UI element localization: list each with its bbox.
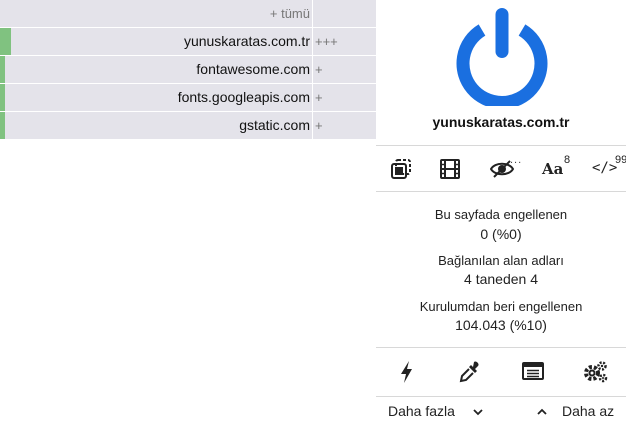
less-button[interactable]: Daha az: [562, 403, 614, 419]
element-zapper-button[interactable]: [384, 154, 420, 184]
eyedropper-icon: [459, 361, 479, 383]
all-rules-cell[interactable]: + tümü: [0, 0, 312, 27]
all-rules-label: tümü: [281, 6, 310, 21]
all-rules-action-cell[interactable]: [313, 0, 376, 27]
lightning-icon: [401, 361, 412, 383]
power-icon: [456, 8, 548, 109]
connected-domains-value: 4 taneden 4: [464, 271, 538, 287]
divider: [376, 396, 626, 397]
all-rules-prefix: +: [269, 6, 278, 21]
divider: [376, 347, 626, 348]
firewall-row[interactable]: gstatic.com +: [0, 112, 376, 139]
firewall-row-domain-cell[interactable]: gstatic.com: [0, 112, 312, 139]
firewall-row-domain-cell[interactable]: fonts.googleapis.com: [0, 84, 312, 111]
firewall-row-marks[interactable]: +++: [313, 28, 376, 55]
element-picker-button[interactable]: [458, 360, 484, 384]
allowed-requests-bar: [0, 28, 11, 55]
allowed-requests-bar: [0, 56, 5, 83]
remote-fonts-icon: Aa: [542, 160, 564, 178]
firewall-row-marks[interactable]: +: [313, 56, 376, 83]
firewall-row[interactable]: yunuskaratas.com.tr +++: [0, 28, 376, 55]
settings-gears-icon: [584, 361, 608, 383]
cosmetic-filter-button[interactable]: ...: [484, 154, 523, 184]
chevron-up-icon[interactable]: [536, 406, 548, 418]
media-film-icon: [440, 159, 460, 179]
connected-domains-label: Bağlanılan alan adları: [438, 253, 564, 268]
allowed-requests-bar: [0, 112, 5, 139]
firewall-row-domain: yunuskaratas.com.tr: [183, 33, 310, 49]
firewall-row-domain-cell[interactable]: fontawesome.com: [0, 56, 312, 83]
remote-fonts-badge: 8: [564, 154, 571, 166]
page-hostname: yunuskaratas.com.tr: [432, 114, 570, 130]
firewall-row-domain: gstatic.com: [239, 117, 310, 133]
blocked-on-page-label: Bu sayfada engellenen: [434, 207, 568, 222]
firewall-pane: + tümü yunuskaratas.com.tr +++ fontaweso…: [0, 0, 376, 427]
more-button[interactable]: Daha fazla: [388, 403, 455, 419]
blocked-since-install-label: Kurulumdan beri engellenen: [419, 299, 583, 314]
divider: [376, 191, 626, 192]
element-zapper-icon: [391, 159, 411, 179]
scripts-button[interactable]: </> 99: [588, 154, 626, 184]
blocked-on-page-value: 0 (%0): [480, 226, 522, 242]
logger-button[interactable]: [521, 360, 547, 384]
firewall-row-marks[interactable]: +: [313, 112, 376, 139]
firewall-row[interactable]: fonts.googleapis.com +: [0, 84, 376, 111]
zap-button[interactable]: [396, 360, 422, 384]
divider: [376, 145, 626, 146]
remote-fonts-button[interactable]: Aa 8: [536, 154, 572, 184]
power-toggle-button[interactable]: [456, 6, 548, 109]
settings-button[interactable]: [583, 360, 609, 384]
popup-panel: yunuskaratas.com.tr ... Aa 8 </> 99 Bu s…: [376, 0, 626, 427]
firewall-header-row[interactable]: + tümü: [0, 0, 376, 27]
scripts-badge: 99: [615, 154, 626, 166]
chevron-down-icon[interactable]: [472, 406, 484, 418]
firewall-row-domain: fonts.googleapis.com: [177, 89, 310, 105]
allowed-requests-bar: [0, 84, 5, 111]
firewall-row-marks[interactable]: +: [313, 84, 376, 111]
media-toggle-button[interactable]: [433, 154, 469, 184]
firewall-row[interactable]: fontawesome.com +: [0, 56, 376, 83]
scripts-code-icon: </>: [592, 160, 618, 176]
logger-list-icon: [522, 362, 544, 380]
blocked-since-install-value: 104.043 (%10): [455, 317, 547, 333]
firewall-row-domain: fontawesome.com: [196, 61, 310, 77]
cosmetic-filter-badge: ...: [510, 154, 523, 166]
firewall-row-domain-cell[interactable]: yunuskaratas.com.tr: [0, 28, 312, 55]
